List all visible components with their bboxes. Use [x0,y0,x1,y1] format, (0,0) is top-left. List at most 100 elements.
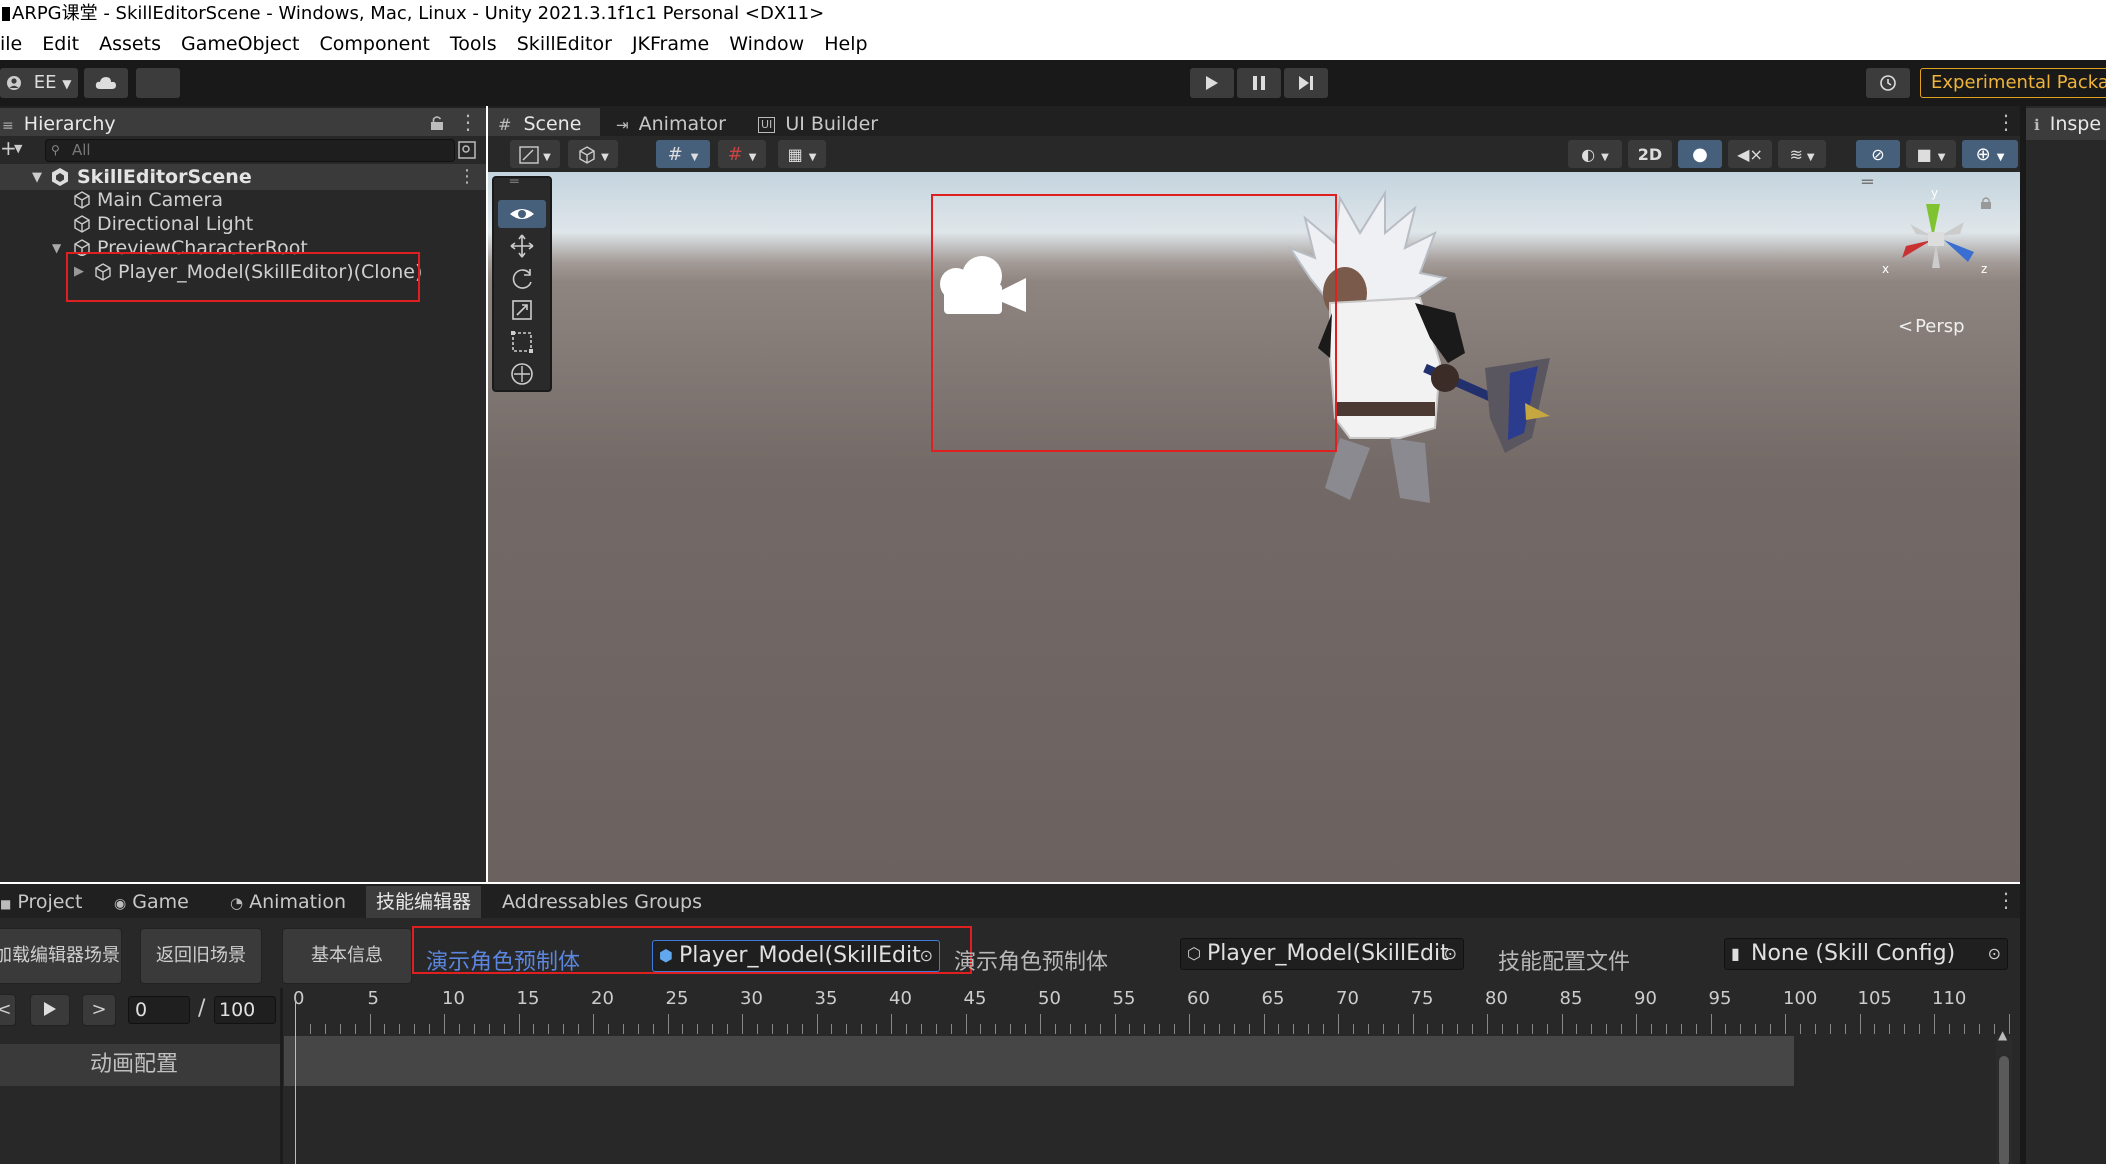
scene-menu-icon[interactable]: ⋮ [1996,110,2016,134]
tab-skill-editor[interactable]: 技能编辑器 [366,886,482,918]
gizmos-button[interactable]: ⊕ ▼ [1962,140,2018,168]
track-divider[interactable] [280,988,283,1164]
effects-button[interactable]: ≋ ▼ [1778,140,1826,168]
cloud-button[interactable] [84,68,128,98]
current-frame-input[interactable]: 0 [128,996,190,1024]
tab-game[interactable]: ◉ Game [114,886,189,918]
vertical-scrollbar[interactable]: ▲ [1996,1028,2012,1164]
play-button[interactable] [30,994,70,1026]
load-editor-scene-button[interactable]: 加载编辑器场景 [0,928,122,984]
2d-toggle-button[interactable]: 2D [1628,140,1672,168]
grid-icon: # [498,115,512,134]
timeline-playhead[interactable] [295,996,296,1164]
audio-toggle-button[interactable]: ◀× [1728,140,1772,168]
timeline-track-area[interactable] [284,1036,1794,1086]
overlay-drag-handle-icon[interactable]: ═ [510,174,518,190]
timeline-ruler[interactable]: 0 5 10 15 20 25 30 35 40 45 50 55 60 65 70 75 80 85 90 95 10… [284,988,2014,1036]
tab-animation[interactable]: ◔ Animation [230,886,346,918]
bottom-menu-icon[interactable]: ⋮ [1996,888,2016,912]
move-tool-button[interactable] [498,232,546,260]
object-picker-icon[interactable]: ⊙ [920,941,933,971]
tab-addressables[interactable]: Addressables Groups [502,886,702,918]
max-frame-input[interactable]: 100 [214,996,276,1024]
experimental-packages-warning[interactable]: Experimental Packag [1920,68,2106,98]
lock-icon[interactable] [430,115,444,131]
grid-visibility-icon: ▦ [787,145,803,164]
scene-toolbar: ▼ ▼ # ▼ # ▼ ▦ ▼ ◐ ▼ 2D ● ◀× ≋ ▼ ⊘ ■ ▼ ⊕ ▼ [488,136,2020,172]
ruler-tick [1129,1024,1131,1034]
object-picker-icon[interactable]: ⊙ [1988,939,2001,969]
menu-help[interactable]: Help [824,33,867,55]
object-picker-icon[interactable]: ⊙ [1444,939,1457,969]
back-old-scene-button[interactable]: 返回旧场景 [140,928,262,984]
orientation-gizmo[interactable] [1888,188,1988,288]
skill-config-field[interactable]: ▮ None (Skill Config) ⊙ [1724,938,2008,970]
rotate-tool-button[interactable] [498,264,546,292]
chevron-down-icon[interactable]: ▼ [14,142,22,155]
transform-tool-button[interactable] [498,360,546,388]
menu-component[interactable]: Component [320,33,430,55]
grid-snap-button[interactable]: # ▼ [656,140,710,168]
projection-toggle[interactable]: < Persp [1898,316,1965,337]
prev-frame-button[interactable]: < [0,994,16,1026]
hierarchy-item-scene[interactable]: ▼ SkillEditorScene ⋮ [0,164,486,190]
scale-tool-button[interactable] [498,296,546,324]
collab-button[interactable] [136,68,180,98]
hierarchy-search-input[interactable]: ⚲ All [45,139,455,162]
hierarchy-menu-icon[interactable]: ⋮ [458,110,478,134]
ruler-tick [697,1024,699,1034]
camera-gizmo-icon[interactable] [936,250,1028,320]
shading-button[interactable]: ◐ ▼ [1568,140,1622,168]
preview-prefab-field-2[interactable]: ⬡ Player_Model(SkillEdit ⊙ [1180,938,1464,970]
grid-visibility-button[interactable]: ▦ ▼ [778,140,826,168]
hierarchy-item-directional-light[interactable]: Directional Light [0,212,486,236]
scrollbar-thumb[interactable] [1999,1056,2009,1164]
hierarchy-item-main-camera[interactable]: Main Camera [0,188,486,212]
ruler-label: 65 [1261,988,1285,1009]
chevron-down-icon: ▼ [1996,152,2005,163]
tab-project[interactable]: ■ Project [0,886,82,918]
lighting-toggle-button[interactable]: ● [1678,140,1722,168]
increment-snap-button[interactable]: # ▼ [718,140,766,168]
menu-gameobject[interactable]: GameObject [181,33,299,55]
menu-window[interactable]: Window [729,33,804,55]
ruler-label: 35 [814,988,838,1009]
expand-arrow-icon[interactable]: ▶ [74,260,84,284]
next-frame-button[interactable]: > [82,994,116,1026]
step-button[interactable] [1284,68,1328,98]
view-tool-button[interactable] [498,200,546,228]
pause-button[interactable] [1237,68,1281,98]
ruler-tick [1740,1024,1742,1034]
account-dropdown[interactable]: EE ▼ [0,68,78,98]
history-button[interactable] [1866,68,1910,98]
hidden-objects-button[interactable]: ⊘ [1856,140,1900,168]
basic-info-button[interactable]: 基本信息 [282,928,412,984]
gizmo-lock-icon[interactable] [1980,196,1992,210]
ruler-tick [816,1014,818,1034]
ruler-tick [1293,1024,1295,1034]
scene-viewport[interactable]: y x z ═ < Persp [488,172,2020,882]
rect-tool-button[interactable] [498,328,546,356]
expand-arrow-icon[interactable]: ▼ [52,236,61,256]
hierarchy-item-player-model[interactable]: ▶ Player_Model(SkillEditor)(Clone) [0,260,486,284]
character-model[interactable] [1220,188,1550,518]
camera-settings-button[interactable]: ■ ▼ [1906,140,1956,168]
menu-edit[interactable]: Edit [42,33,79,55]
menu-tools[interactable]: Tools [450,33,497,55]
scroll-up-arrow-icon[interactable]: ▲ [1998,1028,2007,1042]
scene-menu-icon[interactable]: ⋮ [458,164,476,190]
render-mode-button[interactable]: ▼ [568,140,618,168]
tab-inspector[interactable]: ℹ Inspe [2026,108,2106,140]
preview-prefab-field[interactable]: ⬢ Player_Model(SkillEdit ⊙ [652,940,940,972]
drag-handle-icon[interactable]: ═ [1862,172,1873,193]
draw-mode-button[interactable]: ▼ [510,140,560,168]
menu-assets[interactable]: Assets [99,33,161,55]
ruler-tick [1144,1024,1146,1034]
animation-track-header[interactable]: 动画配置 [0,1044,280,1086]
menu-skilleditor[interactable]: SkillEditor [517,33,612,55]
play-button[interactable] [1190,68,1234,98]
scene-visibility-icon[interactable] [458,141,476,159]
menu-jkframe[interactable]: JKFrame [632,33,709,55]
hierarchy-item-preview-root[interactable]: ▼ PreviewCharacterRoot [0,236,486,256]
menu-file[interactable]: ile [0,33,22,55]
